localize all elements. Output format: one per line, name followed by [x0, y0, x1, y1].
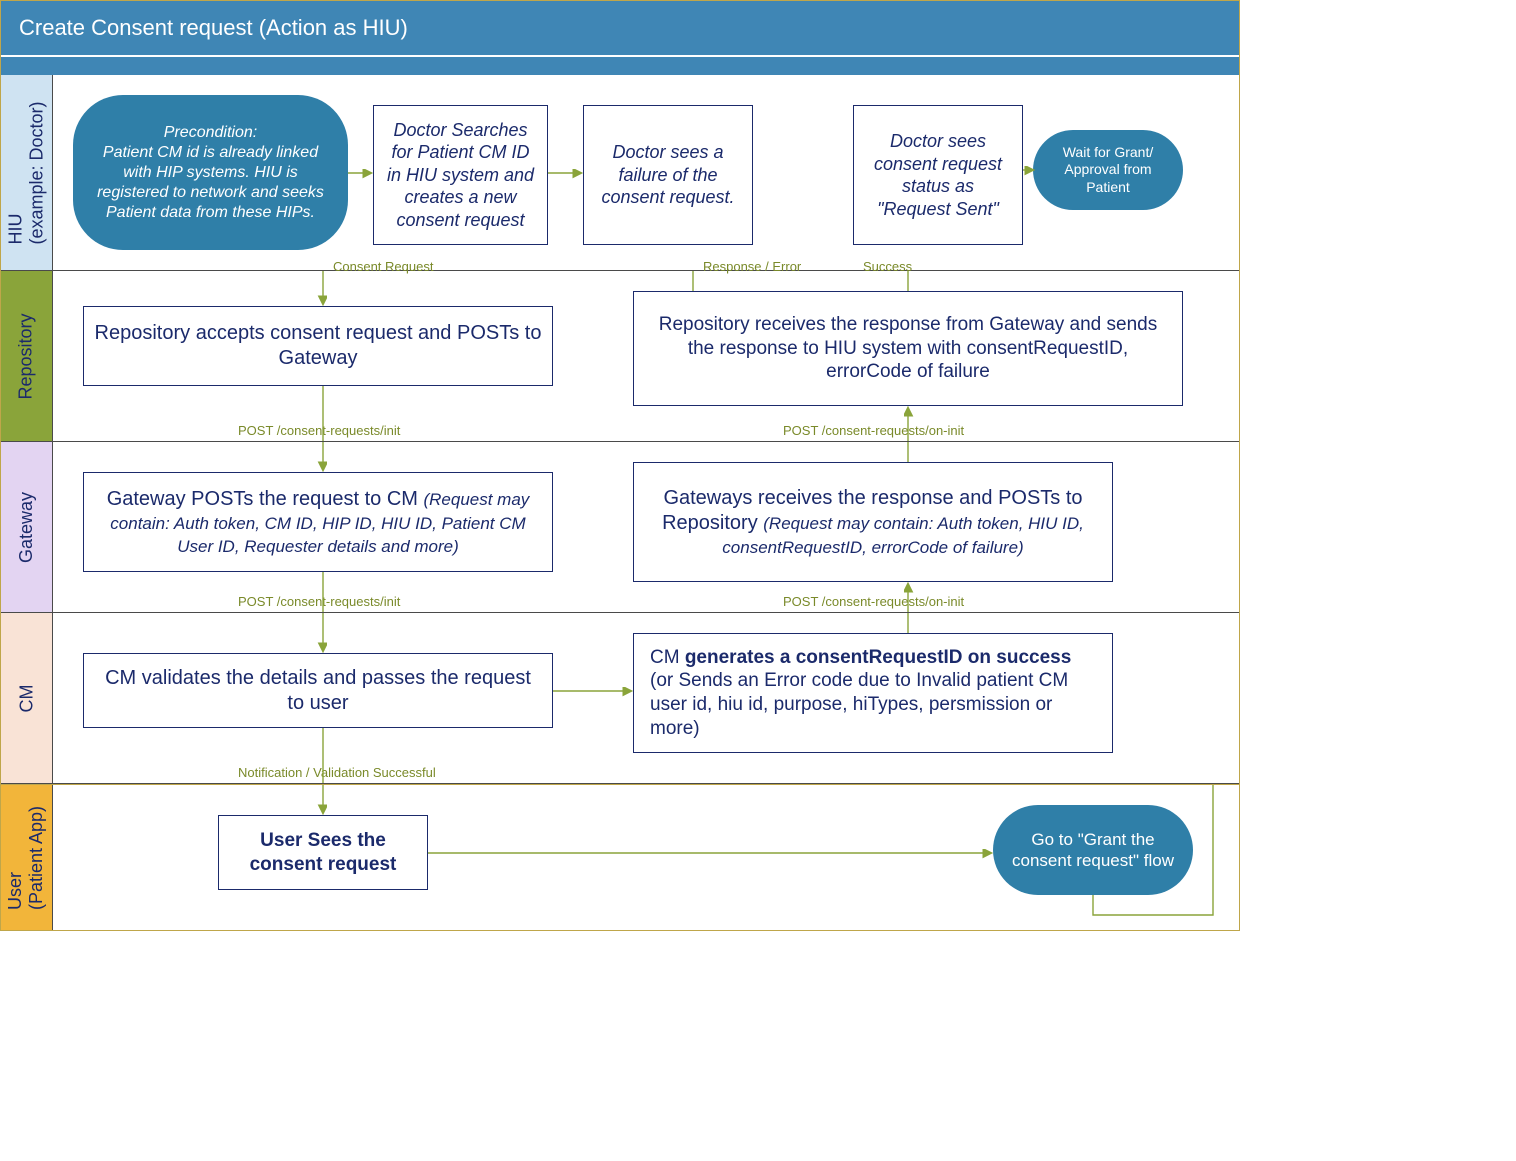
hiu-fail-node: Doctor sees a failure of the consent req…: [583, 105, 753, 245]
lane-label-hiu: HIU (example: Doctor): [1, 75, 53, 270]
lane-label-text: Gateway: [16, 491, 37, 562]
node-text: Doctor sees consent request status as "R…: [864, 130, 1012, 220]
hiu-sent-node: Doctor sees consent request status as "R…: [853, 105, 1023, 245]
edge-post-init-2: POST /consent-requests/init: [238, 594, 400, 609]
edge-post-init-1: POST /consent-requests/init: [238, 423, 400, 438]
user-goto-node: Go to "Grant the consent request" flow: [993, 805, 1193, 895]
lane-label-gw: Gateway: [1, 442, 53, 612]
node-text: Repository accepts consent request and P…: [94, 321, 542, 371]
node-text: Repository receives the response from Ga…: [644, 313, 1172, 384]
node-text: Gateway POSTs the request to CM (Request…: [94, 487, 542, 557]
diagram-title: Create Consent request (Action as HIU): [1, 1, 1239, 55]
lane-label-text: CM: [16, 684, 37, 712]
lane-hiu: HIU (example: Doctor) Precondition: Pati…: [1, 75, 1239, 271]
node-text: CM validates the details and passes the …: [94, 666, 542, 716]
edge-post-oninit-1: POST /consent-requests/on-init: [783, 594, 964, 609]
node-text: Wait for Grant/ Approval from Patient: [1047, 144, 1169, 197]
lane-label-text: User (Patient App): [6, 805, 48, 909]
node-text: Gateways receives the response and POSTs…: [644, 486, 1102, 559]
node-text: Doctor Searches for Patient CM ID in HIU…: [384, 119, 537, 232]
hiu-search-node: Doctor Searches for Patient CM ID in HIU…: [373, 105, 548, 245]
node-text: Doctor sees a failure of the consent req…: [594, 141, 742, 209]
lane-label-cm: CM: [1, 613, 53, 783]
precondition-text: Precondition: Patient CM id is already l…: [87, 123, 334, 223]
lane-label-text: Repository: [16, 313, 37, 399]
precondition-node: Precondition: Patient CM id is already l…: [73, 95, 348, 250]
repo-recv-node: Repository receives the response from Ga…: [633, 291, 1183, 406]
node-text: Go to "Grant the consent request" flow: [1007, 829, 1179, 872]
gw-recv-node: Gateways receives the response and POSTs…: [633, 462, 1113, 582]
lane-user: User (Patient App) User Sees the consent…: [1, 784, 1239, 930]
edge-success: Success: [863, 259, 912, 274]
edge-notif: Notification / Validation Successful: [238, 765, 436, 780]
node-text: CM generates a consentRequestID on succe…: [650, 646, 1096, 741]
edge-post-oninit-2: POST /consent-requests/on-init: [783, 423, 964, 438]
edge-resp-err: Response / Error: [703, 259, 801, 274]
lane-repo: Repository Repository accepts consent re…: [1, 271, 1239, 442]
cm-validate-node: CM validates the details and passes the …: [83, 653, 553, 728]
lane-gw: Gateway Gateway POSTs the request to CM …: [1, 442, 1239, 613]
hiu-wait-node: Wait for Grant/ Approval from Patient: [1033, 130, 1183, 210]
accent-bar: [1, 55, 1239, 75]
swimlane-diagram: Create Consent request (Action as HIU) H…: [0, 0, 1240, 931]
cm-gen-node: CM generates a consentRequestID on succe…: [633, 633, 1113, 753]
user-sees-node: User Sees the consent request: [218, 815, 428, 890]
lane-label-text: HIU (example: Doctor): [6, 101, 48, 244]
lane-label-user: User (Patient App): [1, 785, 53, 930]
edge-consent-req: Consent Request: [333, 259, 433, 274]
lane-label-repo: Repository: [1, 271, 53, 441]
repo-post-node: Repository accepts consent request and P…: [83, 306, 553, 386]
gw-post-node: Gateway POSTs the request to CM (Request…: [83, 472, 553, 572]
node-text: User Sees the consent request: [229, 829, 417, 877]
lane-cm: CM CM validates the details and passes t…: [1, 613, 1239, 784]
